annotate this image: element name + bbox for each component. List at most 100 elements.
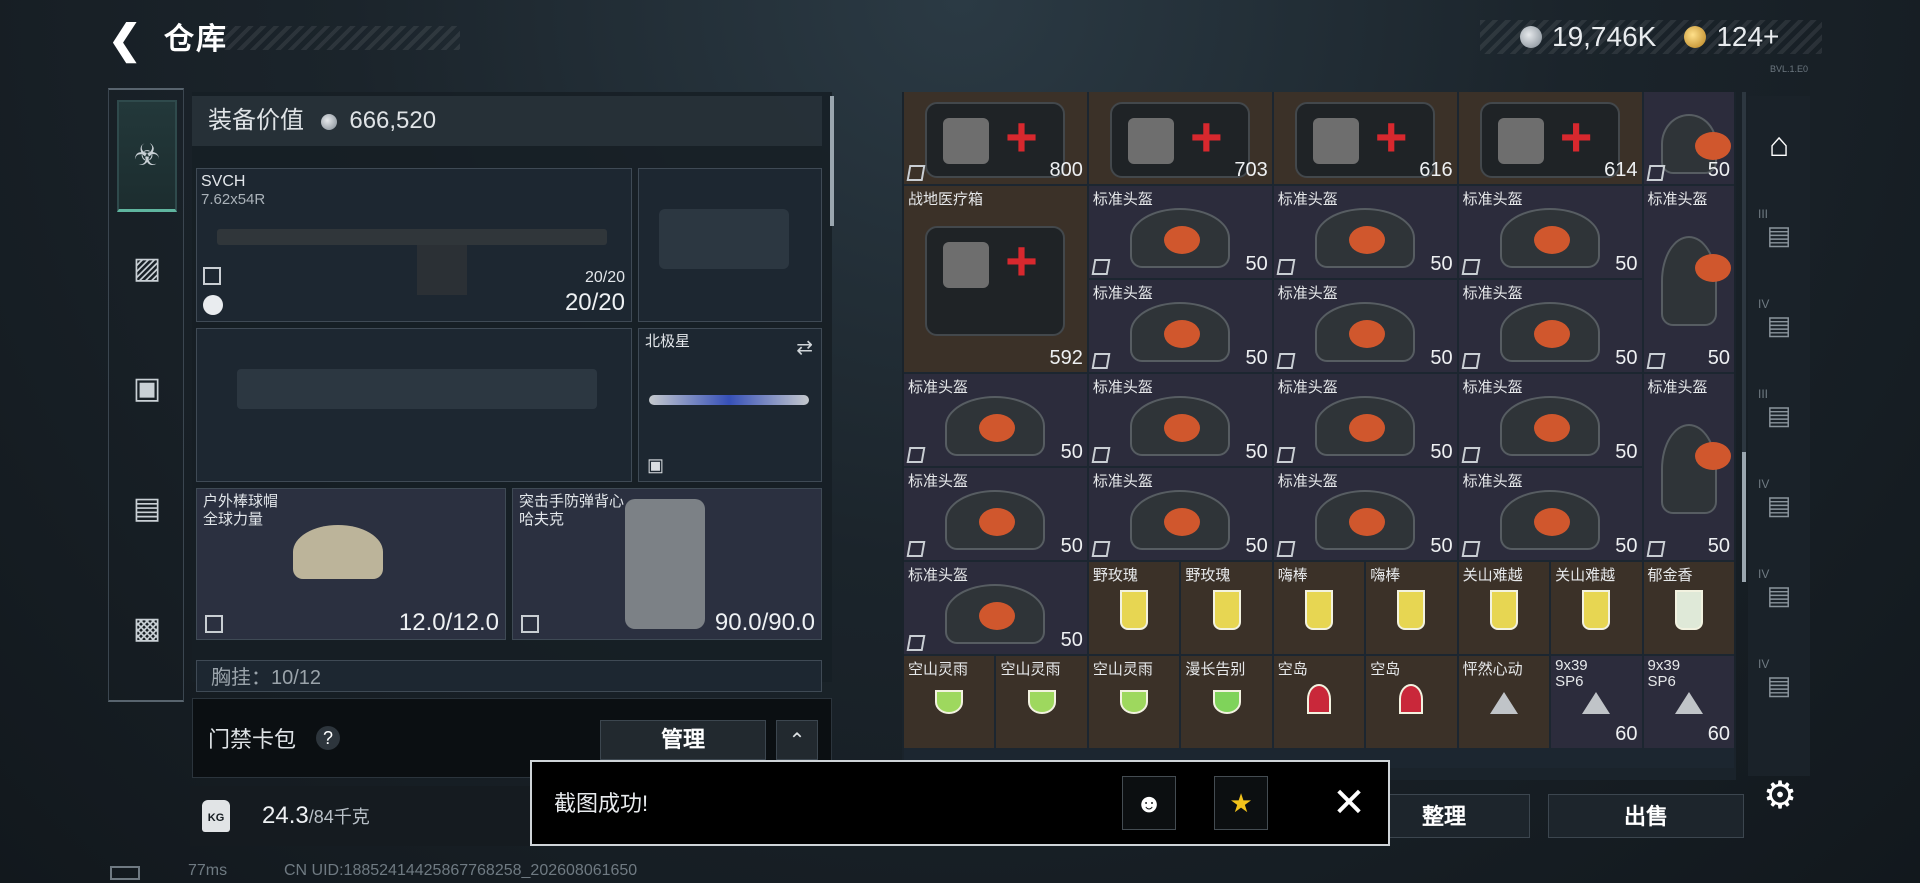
nav-container-1[interactable]: III ▤ bbox=[1754, 206, 1804, 264]
inventory-item[interactable]: 9x39 SP6 60 bbox=[1551, 656, 1642, 748]
cocktail-image bbox=[1397, 590, 1426, 630]
inventory-item[interactable]: 怦然心动 bbox=[1458, 656, 1550, 748]
inventory-item[interactable]: 关山难越 bbox=[1551, 562, 1642, 654]
inventory-item[interactable]: 标准头盔 50 bbox=[1643, 186, 1734, 372]
gold-coin-icon bbox=[1684, 26, 1707, 48]
melee-slot[interactable]: 北极星 ⇄ ▣ bbox=[638, 328, 822, 482]
armor-sub: 哈夫克 bbox=[519, 511, 565, 528]
inventory-item[interactable]: 标准头盔 50 bbox=[1088, 280, 1272, 372]
nav-container-6[interactable]: IV ▤ bbox=[1754, 656, 1804, 714]
inventory-item[interactable]: 标准头盔 50 bbox=[1088, 374, 1272, 466]
back-button[interactable]: ❮ bbox=[108, 18, 148, 62]
scroll-thumb[interactable] bbox=[1742, 452, 1746, 582]
inventory-scrollbar[interactable] bbox=[1742, 92, 1746, 582]
pistol-slot[interactable] bbox=[638, 168, 822, 322]
helmet-image bbox=[1315, 490, 1416, 550]
inventory-item[interactable]: 标准头盔 50 bbox=[904, 562, 1087, 654]
inventory-item[interactable]: 标准头盔 50 bbox=[1273, 186, 1457, 278]
vest-image bbox=[625, 499, 705, 629]
manage-button[interactable]: 管理 bbox=[600, 720, 766, 760]
nav-toolbox[interactable]: ▩ bbox=[119, 600, 175, 656]
inventory-item[interactable]: 漫长告别 bbox=[1181, 656, 1272, 748]
close-icon[interactable]: ✕ bbox=[1326, 780, 1372, 826]
helmet-image bbox=[1130, 302, 1231, 362]
nav-weapons[interactable]: ☣ bbox=[117, 100, 177, 212]
inventory-item[interactable]: 标准头盔 50 bbox=[1458, 468, 1642, 560]
share-qq-button[interactable]: ☻ bbox=[1122, 776, 1176, 830]
item-name: 标准头盔 bbox=[908, 567, 969, 584]
inventory-item[interactable]: 标准头盔 50 bbox=[1088, 468, 1272, 560]
inventory-item[interactable]: 标准头盔 50 bbox=[1088, 186, 1272, 278]
inventory-item[interactable]: 616 bbox=[1273, 92, 1457, 184]
item-count: 703 bbox=[1234, 159, 1268, 181]
nav-container-5[interactable]: IV ▤ bbox=[1754, 566, 1804, 624]
sell-button[interactable]: 出售 bbox=[1548, 794, 1744, 838]
toast-message: 截图成功! bbox=[554, 791, 649, 816]
gold-amount[interactable]: 124+ bbox=[1716, 21, 1779, 53]
swap-icon[interactable]: ⇄ bbox=[796, 335, 813, 360]
nav-container-4[interactable]: IV ▤ bbox=[1754, 476, 1804, 534]
no-insure-icon bbox=[205, 615, 223, 633]
inventory-item[interactable]: 标准头盔 50 bbox=[1458, 280, 1642, 372]
item-count: 50 bbox=[1245, 253, 1268, 275]
nav-bag[interactable]: ▤ bbox=[119, 480, 175, 536]
armor-name: 突击手防弹背心 bbox=[519, 493, 625, 510]
helmet-slot[interactable]: 户外棒球帽 全球力量 12.0/12.0 bbox=[196, 488, 506, 640]
nav-backpack[interactable]: ▣ bbox=[119, 360, 175, 416]
cocktail-image bbox=[1304, 590, 1333, 630]
item-count: 50 bbox=[1615, 441, 1638, 463]
gear-icon[interactable]: ⚙ bbox=[1760, 776, 1800, 816]
inventory-item[interactable]: 关山难越 bbox=[1458, 562, 1550, 654]
cocktail-image bbox=[1120, 690, 1149, 714]
inventory-item[interactable]: 空岛 bbox=[1273, 656, 1365, 748]
silver-coin-icon bbox=[320, 113, 337, 130]
inventory-item[interactable]: 空岛 bbox=[1366, 656, 1457, 748]
inventory-item[interactable]: 9x39 SP6 60 bbox=[1643, 656, 1734, 748]
inventory-item[interactable]: 嗨棒 bbox=[1273, 562, 1365, 654]
helmet-image bbox=[1315, 302, 1416, 362]
secondary-weapon-slot[interactable] bbox=[196, 328, 632, 482]
cocktail-image bbox=[1212, 590, 1241, 630]
inventory-item[interactable]: 空山灵雨 bbox=[996, 656, 1087, 748]
vest-icon: ▨ bbox=[132, 251, 162, 285]
chest-rig-slot[interactable]: 胸挂：10/12 bbox=[196, 660, 822, 692]
inventory-item[interactable]: 标准头盔 50 bbox=[904, 374, 1087, 466]
tier-label: IV bbox=[1758, 567, 1770, 581]
inventory-item[interactable]: 标准头盔 50 bbox=[1273, 280, 1457, 372]
inventory-item[interactable]: 空山灵雨 bbox=[1088, 656, 1180, 748]
inventory-item[interactable]: 空山灵雨 bbox=[904, 656, 995, 748]
inventory-item[interactable]: 标准头盔 50 bbox=[1458, 374, 1642, 466]
inventory-item[interactable]: 标准头盔 50 bbox=[904, 468, 1087, 560]
share-favorite-button[interactable]: ★ bbox=[1214, 776, 1268, 830]
nav-stash[interactable]: ⌂ bbox=[1754, 116, 1804, 174]
help-icon[interactable]: ? bbox=[316, 726, 340, 750]
inventory-item[interactable]: 614 bbox=[1458, 92, 1642, 184]
inventory-item[interactable]: 标准头盔 50 bbox=[1273, 374, 1457, 466]
inventory-item[interactable]: 野玫瑰 bbox=[1088, 562, 1180, 654]
nav-container-3[interactable]: III ▤ bbox=[1754, 386, 1804, 444]
item-name: 空山灵雨 bbox=[908, 661, 969, 678]
inventory-item[interactable]: 标准头盔 50 bbox=[1458, 186, 1642, 278]
equipment-scrollbar[interactable] bbox=[830, 96, 834, 226]
star-icon: ★ bbox=[1229, 787, 1253, 818]
primary-weapon-slot[interactable]: SVCH 7.62x54R 20/20 20/20 bbox=[196, 168, 632, 322]
expand-up-button[interactable]: ⌃ bbox=[776, 720, 818, 760]
inventory-item[interactable]: 50 bbox=[1643, 92, 1734, 184]
nav-container-2[interactable]: IV ▤ bbox=[1754, 296, 1804, 354]
no-insure-icon bbox=[1091, 353, 1111, 369]
no-insure-icon bbox=[1646, 165, 1665, 181]
armor-slot[interactable]: 突击手防弹背心 哈夫克 90.0/90.0 bbox=[512, 488, 822, 640]
nav-armor[interactable]: ▨ bbox=[119, 240, 175, 296]
currency-bar: 19,746K 124+ bbox=[1480, 20, 1822, 54]
inventory-item[interactable]: 野玫瑰 bbox=[1181, 562, 1272, 654]
item-count: 800 bbox=[1049, 159, 1083, 181]
inventory-item[interactable]: 战地医疗箱 592 bbox=[904, 186, 1087, 372]
item-count: 50 bbox=[1707, 347, 1730, 369]
inventory-item[interactable]: 703 bbox=[1088, 92, 1272, 184]
inventory-item[interactable]: 郁金香 bbox=[1643, 562, 1734, 654]
inventory-item[interactable]: 标准头盔 50 bbox=[1273, 468, 1457, 560]
inventory-item[interactable]: 嗨棒 bbox=[1366, 562, 1457, 654]
inventory-item[interactable]: 标准头盔 50 bbox=[1643, 374, 1734, 560]
inventory-item[interactable]: 800 bbox=[904, 92, 1087, 184]
weight-max: /84千克 bbox=[308, 807, 370, 827]
